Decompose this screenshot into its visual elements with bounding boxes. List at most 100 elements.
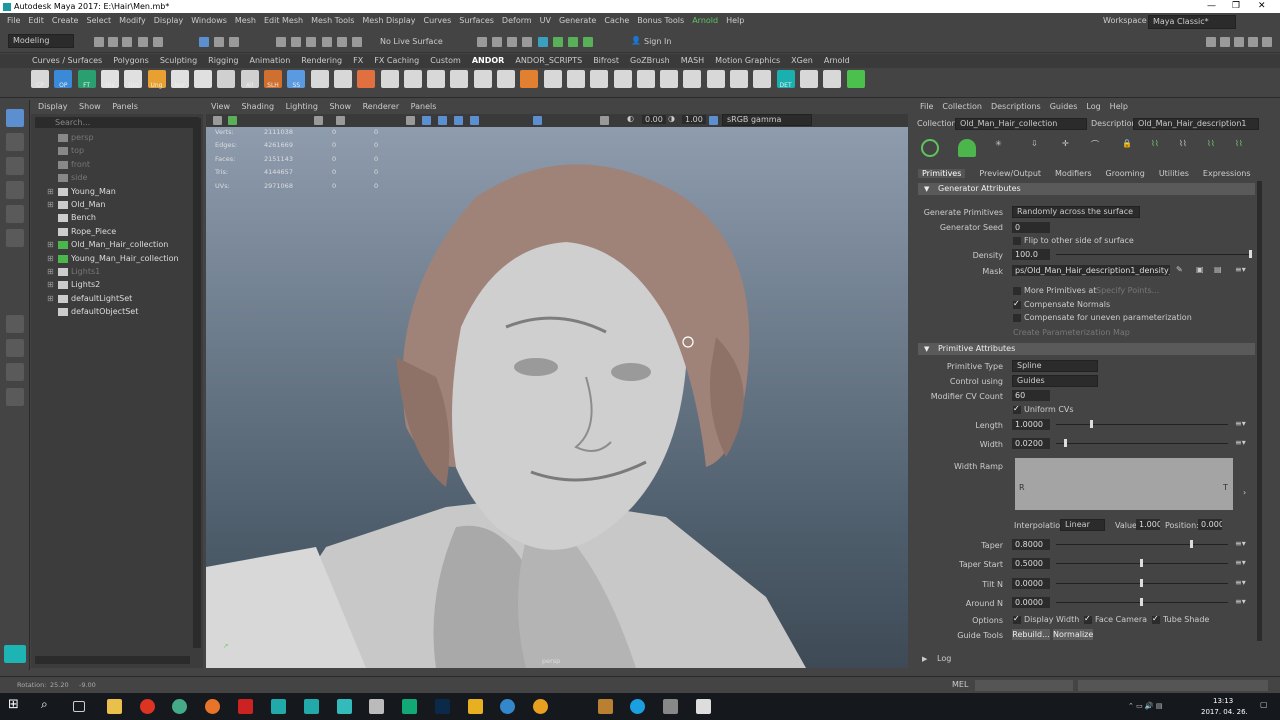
select-component-icon[interactable]	[229, 37, 239, 47]
primitive-type-dropdown[interactable]: Spline	[1012, 360, 1098, 372]
compensate-uneven-checkbox[interactable]	[1013, 314, 1021, 322]
tilt-n-slider-handle[interactable]	[1140, 579, 1143, 587]
shelf-tool-15-icon[interactable]	[357, 70, 376, 88]
render-app-icon[interactable]	[533, 699, 548, 714]
shelf-tool-25-icon[interactable]	[590, 70, 609, 88]
generator-seed-field[interactable]: 0	[1012, 222, 1050, 233]
guide-normalize-icon[interactable]: ⌇⌇	[1207, 139, 1225, 157]
shelf-tool-21-icon[interactable]	[497, 70, 515, 88]
menu-help[interactable]: Help	[726, 16, 744, 25]
taper-start-field[interactable]: 0.5000	[1012, 558, 1050, 569]
log-section[interactable]: Log	[915, 652, 1265, 666]
wireframe-icon[interactable]	[406, 116, 415, 125]
width-slider-handle[interactable]	[1064, 439, 1068, 447]
around-n-slider-handle[interactable]	[1140, 598, 1143, 606]
viewport-menu-shading[interactable]: Shading	[242, 102, 275, 111]
menu-arnold[interactable]: Arnold	[692, 16, 718, 25]
menu-mesh[interactable]: Mesh	[235, 16, 256, 25]
outliner-item-defaultlightset[interactable]: ⊞ defaultLightSet	[31, 292, 203, 305]
create-collection-icon[interactable]	[958, 139, 976, 157]
single-view-icon[interactable]	[6, 315, 24, 333]
length-slider-handle[interactable]	[1089, 420, 1093, 428]
outliner-menu-panels[interactable]: Panels	[112, 102, 138, 111]
viewport-menu-show[interactable]: Show	[329, 102, 351, 111]
menu-edit[interactable]: Edit	[28, 16, 44, 25]
close-icon[interactable]: ✕	[1258, 0, 1266, 13]
normalize-button[interactable]: Normalize	[1053, 629, 1093, 640]
lights-icon[interactable]	[454, 116, 463, 125]
taper-start-slider-handle[interactable]	[1140, 559, 1143, 567]
maya-2016-icon[interactable]	[271, 699, 286, 714]
paint-select-icon[interactable]	[6, 157, 24, 175]
shelf-tool-14-icon[interactable]	[333, 70, 352, 88]
shelf-tab-rendering[interactable]: Rendering	[301, 56, 342, 65]
paint-mask-icon[interactable]: ✎	[1176, 265, 1183, 274]
xgen-tab-utilities[interactable]: Utilities	[1159, 169, 1189, 178]
shelf-tool-18-icon[interactable]	[427, 70, 446, 88]
shelf-tab-andor[interactable]: ANDOR	[472, 56, 505, 65]
hypershade-icon[interactable]	[538, 37, 548, 47]
taper-slider-handle[interactable]	[1190, 540, 1194, 548]
viewport-menu-panels[interactable]: Panels	[411, 102, 437, 111]
modeling-kit-toggle-icon[interactable]	[1262, 37, 1272, 47]
search-icon[interactable]: ⌕	[41, 697, 56, 712]
perspective-viewport[interactable]: Verts: 2111038 0 0 Edges: 4261669 0 0 Faces: 2151…	[206, 127, 908, 668]
persp-outliner-icon[interactable]	[6, 363, 24, 381]
outliner-item-front[interactable]: front	[31, 158, 203, 171]
snap-curve-icon[interactable]	[291, 37, 301, 47]
around-n-expression-icon[interactable]: ≡▾	[1235, 597, 1246, 606]
guide-flip-icon[interactable]: ⌇⌇	[1151, 139, 1169, 157]
four-view-icon[interactable]	[6, 339, 24, 357]
select-tip-icon[interactable]: ⌒	[1091, 139, 1109, 157]
media-icon[interactable]	[663, 699, 678, 714]
outliner-item-defaultobjectset[interactable]: defaultObjectSet	[31, 305, 203, 318]
shelf-tool-35-icon[interactable]	[823, 70, 842, 88]
shelf-tool-17-icon[interactable]	[403, 70, 422, 88]
color-management-icon[interactable]	[709, 116, 718, 125]
outliner-item-bench[interactable]: Bench	[31, 211, 203, 224]
add-cv-icon[interactable]: ✛	[1062, 139, 1080, 157]
outliner-vertical-scrollbar[interactable]	[193, 118, 201, 648]
viewport-menu-renderer[interactable]: Renderer	[363, 102, 400, 111]
task-view-icon[interactable]	[73, 701, 85, 712]
shelf-tab-arnold[interactable]: Arnold	[824, 56, 850, 65]
menu-select[interactable]: Select	[86, 16, 111, 25]
shadows-icon[interactable]	[470, 116, 479, 125]
shelf-tool-36-icon[interactable]	[846, 70, 865, 88]
generator-attributes-header[interactable]: Generator Attributes	[918, 183, 1255, 195]
ramp-expand-icon[interactable]: ›	[1243, 488, 1246, 497]
more-primitives-checkbox[interactable]	[1013, 287, 1021, 295]
command-line-input[interactable]	[975, 680, 1073, 691]
notification-icon[interactable]: ▢	[1260, 700, 1268, 709]
xgen-menu-help[interactable]: Help	[1110, 102, 1128, 111]
outliner-toggle-icon[interactable]	[1234, 37, 1244, 47]
shelf-tab-xgen[interactable]: XGen	[791, 56, 813, 65]
specify-points-button[interactable]: Specify Points...	[1096, 286, 1159, 295]
channel-toggle-icon[interactable]	[1248, 37, 1258, 47]
opera-icon[interactable]	[140, 699, 155, 714]
modeling-toolkit-icon[interactable]	[553, 37, 563, 47]
outliner-item-lights1[interactable]: ⊞ Lights1	[31, 265, 203, 278]
channel-box-icon[interactable]	[583, 37, 593, 47]
shelf-tool-23-icon[interactable]	[543, 70, 562, 88]
rebuild-button[interactable]: Rebuild...	[1012, 629, 1050, 640]
outliner-menu-display[interactable]: Display	[38, 102, 68, 111]
shelf-tool-8-icon[interactable]	[194, 70, 213, 88]
select-hierarchy-icon[interactable]	[199, 37, 209, 47]
menu-bonus-tools[interactable]: Bonus Tools	[637, 16, 684, 25]
shelf-tool-30-icon[interactable]	[706, 70, 725, 88]
lasso-tool-icon[interactable]	[6, 133, 24, 151]
xgen-tab-modifiers[interactable]: Modifiers	[1055, 169, 1092, 178]
width-ramp-editor[interactable]: R T	[1015, 458, 1233, 510]
add-guide-icon[interactable]: ✳	[995, 139, 1013, 157]
expand-icon[interactable]: ⊞	[47, 265, 54, 278]
mel-label[interactable]: MEL	[952, 677, 968, 693]
shelf-tool-32-icon[interactable]	[753, 70, 772, 88]
menu-cache[interactable]: Cache	[604, 16, 629, 25]
save-scene-icon[interactable]	[122, 37, 132, 47]
expand-icon[interactable]: ⊞	[47, 252, 54, 265]
outliner-item-young-man[interactable]: ⊞ Young_Man	[31, 185, 203, 198]
snap-view-icon[interactable]	[322, 37, 332, 47]
tray-icons[interactable]: ⌃ ▭ 🔊 ▤	[1128, 702, 1162, 710]
layout-single-icon[interactable]	[1206, 37, 1216, 47]
